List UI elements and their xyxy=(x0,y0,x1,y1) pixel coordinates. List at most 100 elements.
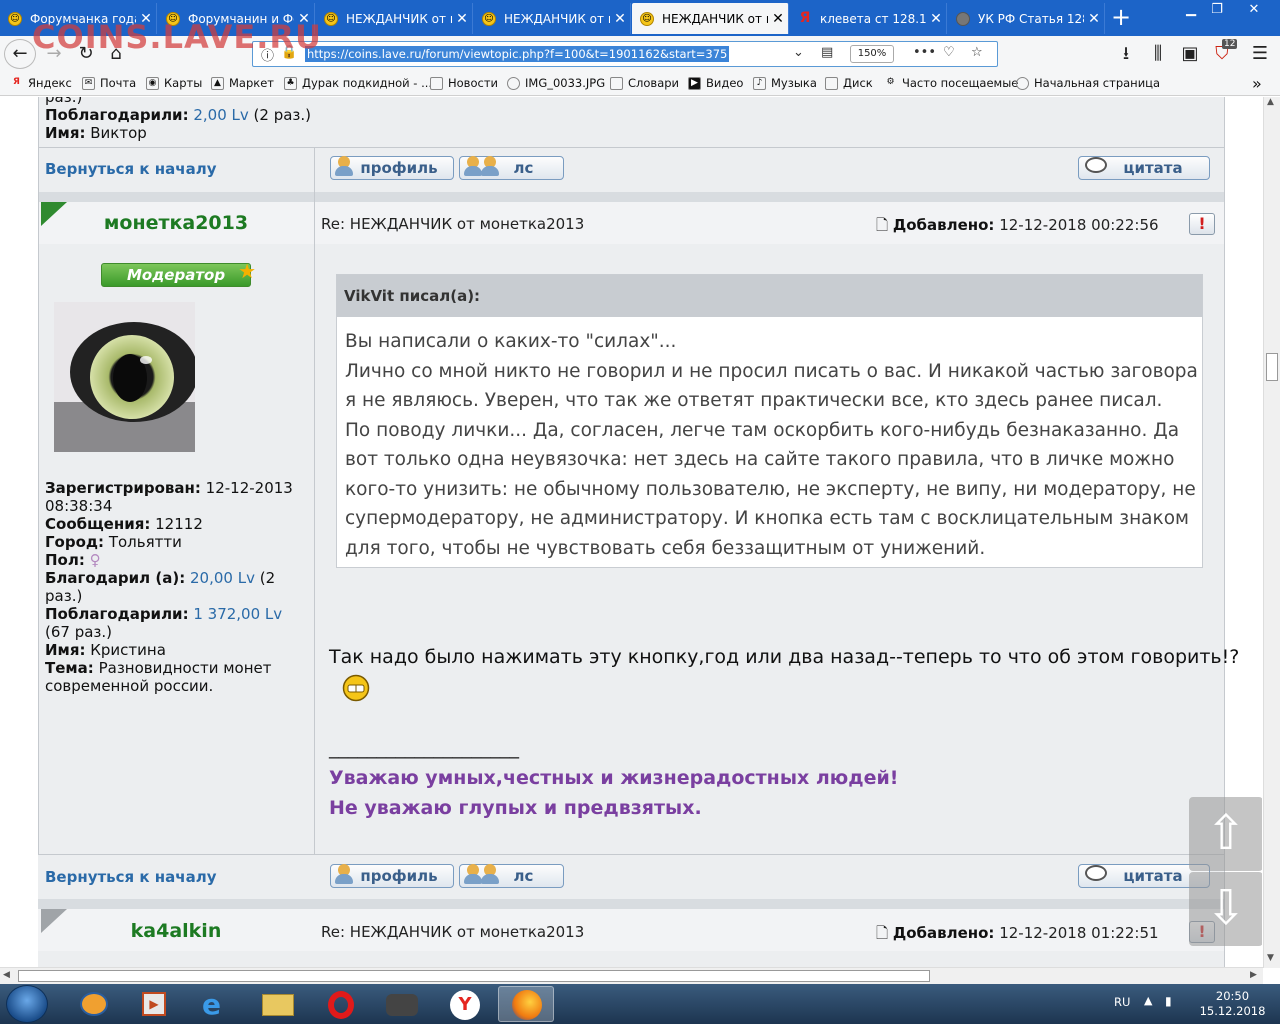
tab-4[interactable]: ☺ НЕЖДАНЧИК от м ✕ xyxy=(474,3,631,34)
tab-6[interactable]: Я клевета ст 128.1 ук ✕ xyxy=(790,3,947,34)
bookmark-durak[interactable]: ♣ Дурак подкидной - ... xyxy=(284,76,432,90)
close-icon[interactable]: ✕ xyxy=(926,11,946,27)
pocket-icon[interactable]: ♡ xyxy=(943,45,955,60)
scroll-down-button[interactable]: ⇩ xyxy=(1189,872,1262,946)
close-window-button[interactable]: ✕ xyxy=(1232,2,1276,20)
scroll-thumb[interactable] xyxy=(18,970,930,982)
bookmark-music[interactable]: ♪ Музыка xyxy=(753,76,817,90)
close-icon[interactable]: ✕ xyxy=(610,11,630,27)
post-subject[interactable]: Re: НЕЖДАНЧИК от монетка2013 xyxy=(321,923,584,941)
reader-mode-icon[interactable]: ▤ xyxy=(821,45,833,60)
pm-button[interactable]: лс xyxy=(459,156,564,180)
scroll-thumb[interactable] xyxy=(1266,353,1278,381)
profile-label: Зарегистрирован: xyxy=(45,479,201,497)
forum-page: раз.) Поблагодарили: 2,00 Lv (2 раз.) Им… xyxy=(0,97,1262,968)
taskbar-app-eye[interactable] xyxy=(66,986,122,1022)
thanks-received-link[interactable]: 1 372,00 Lv xyxy=(193,605,282,623)
back-to-top-link[interactable]: Вернуться к началу xyxy=(45,160,216,178)
bookmark-img[interactable]: IMG_0033.JPG xyxy=(507,76,605,90)
windows-taskbar: ▶ e Y RU ▲ ▮ 20:50 15.12.2018 xyxy=(0,984,1280,1024)
language-indicator[interactable]: RU xyxy=(1114,995,1130,1009)
chevron-down-icon[interactable]: ⌄ xyxy=(793,45,804,60)
close-icon[interactable]: ✕ xyxy=(452,11,472,27)
close-icon[interactable]: ✕ xyxy=(768,11,788,27)
taskbar-app-binary[interactable] xyxy=(374,986,430,1022)
bookmark-label: Музыка xyxy=(771,76,817,90)
thanks-received-link[interactable]: 2,00 Lv xyxy=(193,106,248,124)
taskbar-app-ie[interactable]: e xyxy=(188,986,244,1022)
horizontal-scrollbar[interactable]: ◀ ▶ xyxy=(0,967,1263,984)
tab-7[interactable]: УК РФ Статья 128.1 ✕ xyxy=(948,3,1105,34)
zoom-level[interactable]: 150% xyxy=(850,45,894,63)
scroll-right-arrow-icon[interactable]: ▶ xyxy=(1250,970,1257,980)
tray-arrow-icon[interactable]: ▲ xyxy=(1144,994,1152,1007)
new-tab-button[interactable]: + xyxy=(1106,4,1136,32)
downloads-icon[interactable]: ⭳ xyxy=(1112,41,1140,67)
restore-button[interactable]: ❐ xyxy=(1206,2,1228,20)
post-spacer xyxy=(38,899,1224,909)
button-label: профиль xyxy=(360,159,438,177)
post-spacer xyxy=(38,192,1224,202)
close-icon[interactable]: ✕ xyxy=(1084,11,1104,27)
thanks-given-link[interactable]: 20,00 Lv xyxy=(190,569,255,587)
scroll-up-arrow-icon[interactable]: ▲ xyxy=(1267,97,1274,107)
sidebar-icon[interactable]: ▣ xyxy=(1176,41,1204,67)
taskbar-app-media[interactable]: ▶ xyxy=(126,986,182,1022)
button-label: цитата xyxy=(1123,159,1183,177)
profile-button[interactable]: профиль xyxy=(330,156,454,180)
taskbar-app-opera[interactable] xyxy=(312,986,368,1022)
taskbar-app-explorer[interactable] xyxy=(250,986,306,1022)
bookmark-maps[interactable]: ◉ Карты xyxy=(146,76,202,90)
bookmark-market[interactable]: ▲ Маркет xyxy=(211,76,274,90)
profile-text: 12112 xyxy=(155,515,203,533)
url-text[interactable]: https://coins.lave.ru/forum/viewtopic.ph… xyxy=(305,46,730,62)
bookmark-home[interactable]: Начальная страница xyxy=(1016,76,1160,90)
post-author[interactable]: ka4alkin xyxy=(38,920,314,942)
bookmark-disk[interactable]: Диск xyxy=(825,76,873,90)
bookmark-star-icon[interactable]: ☆ xyxy=(971,45,983,60)
post-subject[interactable]: Re: НЕЖДАНЧИК от монетка2013 xyxy=(321,215,584,233)
address-bar[interactable]: ⓘ 🔒 https://coins.lave.ru/forum/viewtopi… xyxy=(252,41,998,67)
back-to-top-link[interactable]: Вернуться к началу xyxy=(45,868,216,886)
bookmark-mail[interactable]: ✉ Почта xyxy=(82,76,136,90)
profile-button[interactable]: профиль xyxy=(330,864,454,888)
network-icon[interactable]: ▮ xyxy=(1165,994,1172,1008)
vertical-scrollbar[interactable]: ▲ ▼ xyxy=(1263,97,1280,968)
yandex-icon: Я xyxy=(799,9,811,26)
tab-5-active[interactable]: ☺ НЕЖДАНЧИК от м ✕ xyxy=(632,3,789,34)
minimize-button[interactable]: ▁ xyxy=(1180,2,1202,20)
bookmarks-overflow-icon[interactable]: » xyxy=(1252,74,1262,93)
system-clock[interactable]: 20:50 15.12.2018 xyxy=(1190,989,1275,1019)
page-icon xyxy=(610,76,623,90)
disk-icon xyxy=(825,76,838,90)
tab-3[interactable]: ☺ НЕЖДАНЧИК от м ✕ xyxy=(316,3,473,34)
bookmark-frequent[interactable]: ⚙ Часто посещаемые xyxy=(884,76,1018,90)
report-button[interactable]: ! xyxy=(1189,213,1215,235)
start-button[interactable] xyxy=(6,985,48,1023)
quote-button[interactable]: цитата xyxy=(1078,156,1210,180)
bookmark-dictionaries[interactable]: Словари xyxy=(610,76,679,90)
library-icon[interactable]: ⫼ xyxy=(1144,41,1172,67)
scroll-down-arrow-icon[interactable]: ▼ xyxy=(1267,953,1274,963)
notification-badge: 12 xyxy=(1222,39,1238,49)
tab-title: НЕЖДАНЧИК от м xyxy=(662,11,768,26)
bookmark-video[interactable]: ▶ Видео xyxy=(688,76,743,90)
taskbar-app-firefox[interactable] xyxy=(498,986,554,1022)
page-icon xyxy=(430,76,443,90)
scroll-left-arrow-icon[interactable]: ◀ xyxy=(3,970,10,980)
post-author[interactable]: монетка2013 xyxy=(38,212,314,234)
bookmark-label: IMG_0033.JPG xyxy=(525,76,606,90)
taskbar-app-yandex[interactable]: Y xyxy=(436,986,492,1022)
bookmark-label: Начальная страница xyxy=(1034,76,1161,90)
profile-text: (67 раз.) xyxy=(45,623,113,641)
scroll-up-button[interactable]: ⇧ xyxy=(1189,797,1262,871)
more-icon[interactable]: ••• xyxy=(913,45,936,60)
bookmark-label: Почта xyxy=(100,76,137,90)
bookmark-yandex[interactable]: Я Яндекс xyxy=(10,76,72,90)
menu-icon[interactable]: ☰ xyxy=(1246,41,1274,67)
profile-text: раз.) xyxy=(45,97,83,106)
pm-button[interactable]: лс xyxy=(459,864,564,888)
bookmark-news[interactable]: Новости xyxy=(430,76,498,90)
quote-line: По поводу лички... Да, согласен, легче т… xyxy=(345,419,1180,441)
bookmarks-bar: Я Яндекс ✉ Почта ◉ Карты ▲ Маркет ♣ Дурак под… xyxy=(0,72,1280,96)
